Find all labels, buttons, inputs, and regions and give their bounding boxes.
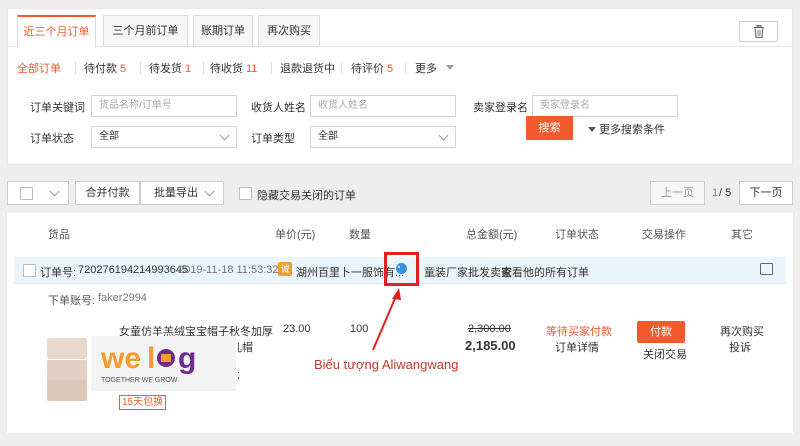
annotation-label: Biểu tượng Aliwangwang	[314, 357, 459, 372]
annotation-arrow	[372, 288, 401, 351]
